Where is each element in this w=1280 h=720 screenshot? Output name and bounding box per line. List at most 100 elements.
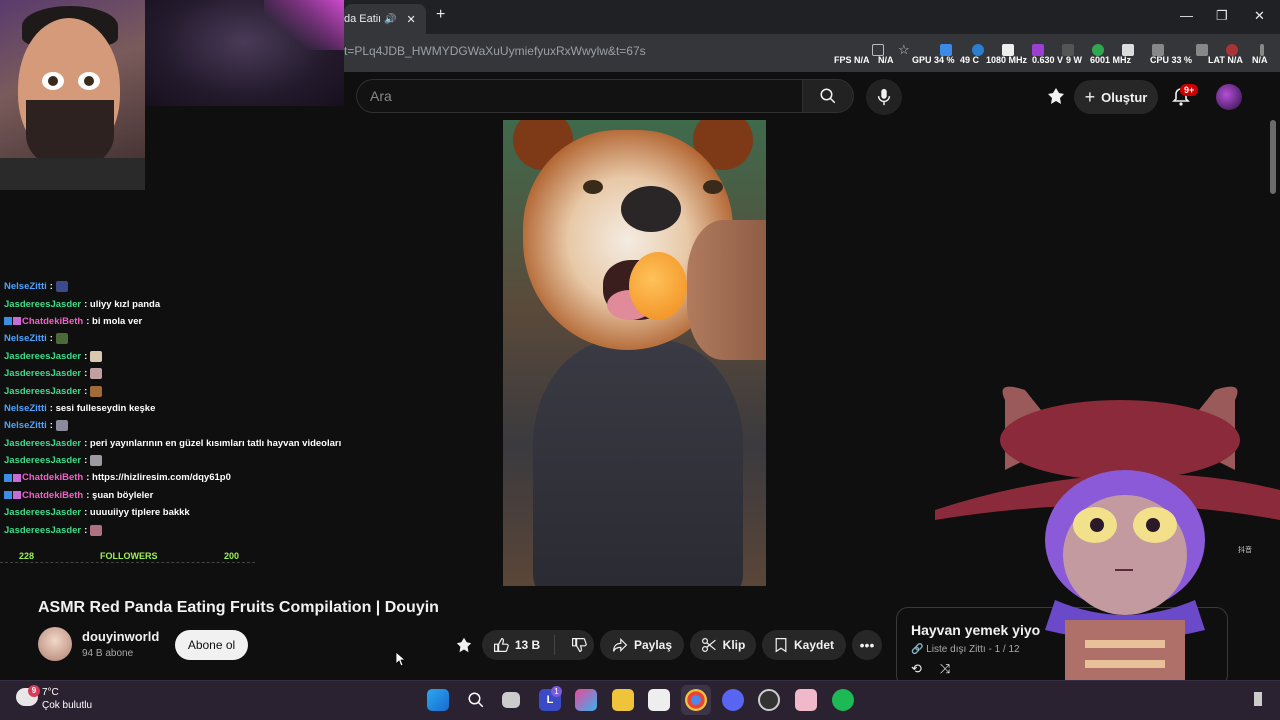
like-dislike-group: 13 B	[482, 630, 594, 660]
chat-username[interactable]: NelseZitti	[4, 403, 47, 414]
search-button[interactable]	[802, 79, 854, 113]
weather-temperature[interactable]: 7°C	[42, 687, 59, 698]
prime-badge-icon	[13, 473, 21, 482]
spotify-icon[interactable]	[832, 689, 854, 711]
search-taskbar-icon[interactable]	[465, 689, 487, 711]
chat-username[interactable]: JasdereesJasder	[4, 507, 81, 518]
chat-username[interactable]: JasdereesJasder	[4, 368, 81, 379]
prime-badge-icon	[13, 317, 21, 326]
chat-text: : uuuuiiyy tiplere bakkk	[84, 507, 190, 519]
chat-emote-icon	[55, 281, 68, 293]
account-avatar[interactable]	[1216, 84, 1242, 110]
discord-icon[interactable]	[722, 689, 744, 711]
chat-emote-icon	[90, 385, 103, 397]
followers-right: 200	[224, 551, 240, 561]
chat-text: : bi mola ver	[86, 315, 143, 327]
chat-message: JasdereesJasder: uliyy kızl panda	[0, 295, 340, 312]
bookmark-star-icon[interactable]: ☆	[898, 42, 910, 58]
video-title: ASMR Red Panda Eating Fruits Compilation…	[38, 599, 439, 616]
chat-text: :	[49, 281, 53, 293]
speaker-icon[interactable]: 🔊	[384, 14, 396, 25]
perf-temp: 49 C	[960, 55, 980, 65]
chat-text: : peri yayınlarının en güzel kısımları t…	[84, 437, 342, 449]
plus-icon: +	[1084, 86, 1096, 107]
close-window-icon[interactable]: ✕	[1254, 8, 1265, 24]
followers-bar: 228 FOLLOWERS 200	[0, 551, 255, 563]
file-explorer-icon[interactable]	[612, 689, 634, 711]
maximize-icon[interactable]: ❐	[1216, 8, 1228, 24]
video-player[interactable]	[503, 120, 766, 586]
copilot-icon[interactable]	[575, 689, 597, 711]
obs-icon[interactable]	[758, 689, 780, 711]
page-scrollbar[interactable]	[1270, 120, 1276, 194]
share-icon	[612, 637, 628, 653]
chat-username[interactable]: JasdereesJasder	[4, 351, 81, 362]
perf-volt: 0.630 V	[1032, 55, 1064, 65]
new-tab-button[interactable]: +	[436, 6, 445, 24]
chat-username[interactable]: JasdereesJasder	[4, 299, 81, 310]
chat-username[interactable]: JasdereesJasder	[4, 525, 81, 536]
chat-username[interactable]: NelseZitti	[4, 420, 47, 431]
chat-text: :	[49, 333, 53, 345]
url-text[interactable]: t=PLq4JDB_HWMYDGWaXuUymiefyuxRxWwylw&t=6…	[344, 44, 646, 58]
chat-emote-icon	[55, 420, 68, 432]
dislike-button[interactable]	[561, 637, 587, 653]
gem-icon[interactable]	[1046, 86, 1066, 106]
loop-icon[interactable]: ⟲	[911, 661, 922, 677]
like-count: 13 B	[514, 638, 541, 652]
ms-store-icon[interactable]	[648, 689, 670, 711]
more-actions-button[interactable]: •••	[852, 630, 882, 660]
chat-text: : sesi fulleseydin keşke	[49, 402, 156, 414]
clip-button[interactable]: Klip	[690, 630, 756, 660]
chat-username[interactable]: NelseZitti	[4, 281, 47, 292]
teams-badge: 1	[551, 686, 562, 697]
chat-message: JasdereesJasder: uuuuiiyy tiplere bakkk	[0, 504, 340, 521]
subscriber-badge-icon	[4, 473, 12, 482]
search-input[interactable]: Ara	[356, 79, 802, 113]
channel-name[interactable]: douyinworld	[82, 629, 159, 644]
bookmark-icon	[775, 638, 787, 653]
media-icon[interactable]	[1196, 44, 1208, 56]
mouse-cursor-icon	[395, 651, 407, 671]
perf-clock: 1080 MHz	[986, 55, 1028, 65]
chat-message: JasdereesJasder:	[0, 382, 340, 399]
prime-badge-icon	[13, 491, 21, 500]
save-button[interactable]: Kaydet	[762, 630, 846, 660]
windows-taskbar	[0, 680, 1280, 720]
chrome-icon[interactable]	[685, 689, 707, 711]
chat-username[interactable]: NelseZitti	[4, 333, 47, 344]
create-button[interactable]: + Oluştur	[1074, 80, 1158, 114]
followers-left: 228	[19, 551, 35, 561]
chat-username[interactable]: JasdereesJasder	[4, 455, 81, 466]
like-button[interactable]: 13 B	[489, 635, 556, 655]
followers-label: FOLLOWERS	[100, 551, 158, 561]
perf-lat-2: N/A	[1252, 55, 1268, 65]
chat-username[interactable]: ChatdekiBeth	[22, 316, 83, 327]
gem-icon[interactable]	[455, 636, 473, 654]
channel-avatar[interactable]	[38, 627, 72, 661]
chat-text: :	[49, 420, 53, 432]
chat-username[interactable]: ChatdekiBeth	[22, 472, 83, 483]
tray-icon[interactable]	[1254, 692, 1262, 706]
voice-search-button[interactable]	[866, 79, 902, 115]
chat-username[interactable]: JasdereesJasder	[4, 438, 81, 449]
tab-title: da Eating	[344, 13, 380, 25]
create-label: Oluştur	[1101, 89, 1148, 105]
minimize-icon[interactable]: —	[1180, 8, 1193, 23]
subscribe-button[interactable]: Abone ol	[175, 630, 248, 660]
weather-condition[interactable]: Çok bulutlu	[42, 700, 92, 711]
close-tab-icon[interactable]: ✕	[406, 13, 415, 26]
browser-tab[interactable]: da Eating 🔊 ✕	[344, 4, 426, 34]
app-icon[interactable]	[795, 689, 817, 711]
share-button[interactable]: Paylaş	[600, 630, 684, 660]
clip-label: Klip	[722, 638, 746, 652]
perf-lat: LAT N/A	[1208, 55, 1243, 65]
task-view-icon[interactable]	[502, 692, 520, 708]
chat-message: ChatdekiBeth: bi mola ver	[0, 313, 340, 330]
windows-start-icon[interactable]	[427, 689, 449, 711]
chat-message: JasdereesJasder: peri yayınlarının en gü…	[0, 435, 342, 452]
chat-username[interactable]: ChatdekiBeth	[22, 490, 83, 501]
scissors-icon	[701, 638, 716, 652]
chat-message: ChatdekiBeth: şuan böyleler	[0, 487, 340, 504]
chat-username[interactable]: JasdereesJasder	[4, 386, 81, 397]
